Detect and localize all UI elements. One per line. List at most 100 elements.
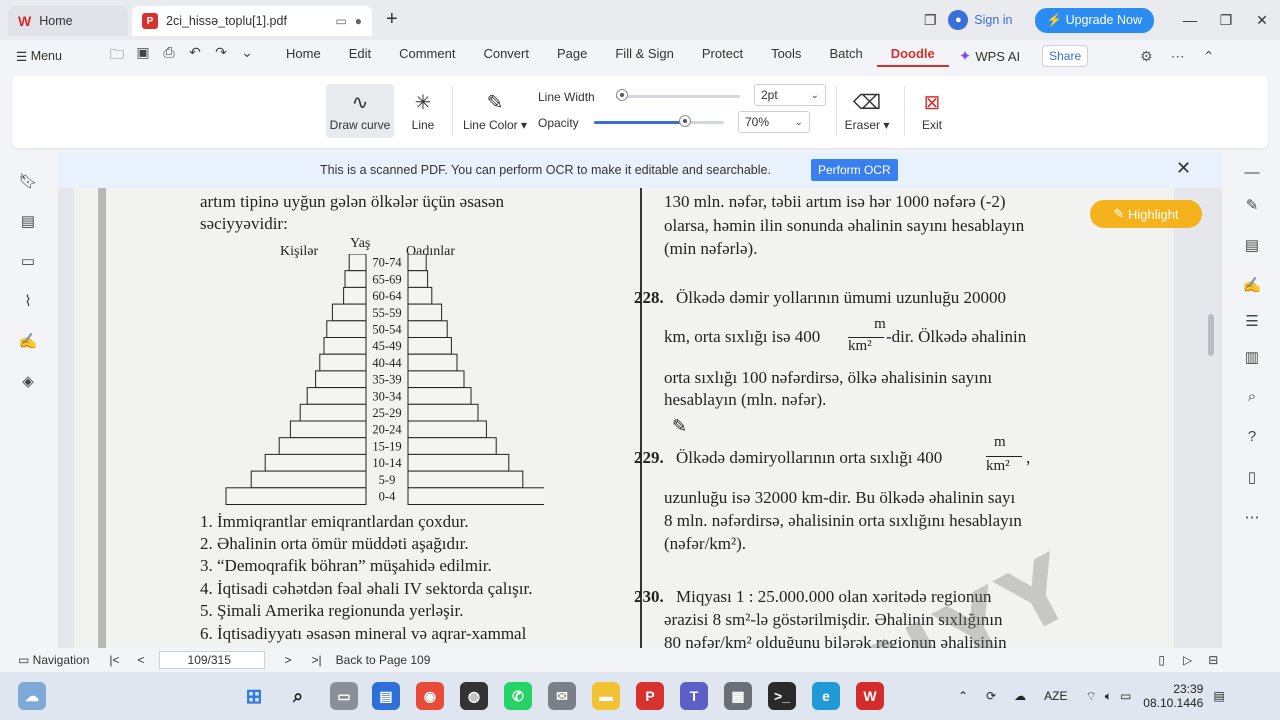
keyboard-language[interactable]: AZE xyxy=(1044,689,1067,703)
play-icon[interactable]: ▷ xyxy=(1183,653,1192,667)
upgrade-button[interactable]: ⚡ Upgrade Now xyxy=(1034,7,1154,33)
line-button[interactable]: ✳ Line xyxy=(402,84,444,138)
wps-app-icon[interactable]: W xyxy=(856,682,884,710)
document-icon[interactable]: ▤ xyxy=(1242,236,1262,256)
battery-icon[interactable]: ▭ xyxy=(1120,689,1131,703)
files-app-icon[interactable]: ▤ xyxy=(372,682,400,710)
start-icon[interactable]: ⊞ xyxy=(240,682,268,710)
undo-icon[interactable]: ↶ xyxy=(182,44,208,68)
menu-tab-batch[interactable]: Batch xyxy=(815,46,876,67)
menu-tab-convert[interactable]: Convert xyxy=(469,46,543,67)
whatsapp-icon[interactable]: ✆ xyxy=(504,682,532,710)
close-window-icon[interactable]: ✕ xyxy=(1244,12,1280,29)
weather-icon[interactable]: ☁ xyxy=(18,682,46,710)
menu-tab-edit[interactable]: Edit xyxy=(335,46,385,67)
open-folder-icon[interactable]: 🗀 xyxy=(104,44,130,68)
opacity-slider[interactable] xyxy=(594,121,724,124)
highlight-button[interactable]: ✎ Highlight xyxy=(1090,200,1202,228)
sign-in-button[interactable]: ● Sign in xyxy=(948,10,1013,30)
line-width-slider[interactable] xyxy=(616,95,740,98)
menu-button[interactable]: ☰ Menu xyxy=(16,49,76,64)
calculator-icon[interactable]: ▦ xyxy=(724,682,752,710)
more-icon[interactable]: ⋯ xyxy=(1171,48,1185,65)
reading-mode-icon[interactable]: ▯ xyxy=(1158,653,1165,667)
first-page-icon[interactable]: |< xyxy=(109,653,119,667)
notifications-icon[interactable]: ▤ xyxy=(1213,689,1224,703)
comment-icon[interactable]: ▭ xyxy=(18,252,38,272)
restore-window-icon[interactable]: ❐ xyxy=(912,12,948,29)
terminal-icon[interactable]: >_ xyxy=(768,682,796,710)
menu-tab-home[interactable]: Home xyxy=(272,46,335,67)
wps-ai-button[interactable]: ✦ WPS AI xyxy=(959,47,1020,65)
new-tab-button[interactable]: + xyxy=(386,8,398,31)
attachment-icon[interactable]: ⌇ xyxy=(18,292,38,312)
sign-icon[interactable]: ✍ xyxy=(1242,276,1262,296)
tab-home[interactable]: W Home xyxy=(8,6,128,36)
tray-overflow-icon[interactable]: ⌃ xyxy=(958,689,968,703)
volume-icon[interactable]: 🔈︎ xyxy=(1105,689,1112,704)
edge-icon[interactable]: e xyxy=(812,682,840,710)
opacity-slider-handle[interactable] xyxy=(679,115,691,127)
signature-icon[interactable]: ✍ xyxy=(18,332,38,352)
scrollbar-thumb[interactable] xyxy=(1208,314,1214,356)
wifi-icon[interactable]: ⌔ xyxy=(1085,689,1096,704)
page-number-input[interactable]: 109/315 xyxy=(158,651,265,669)
tab-document[interactable]: P 2ci_hissə_toplu[1].pdf ▭ ● xyxy=(132,6,372,36)
collapse-ribbon-icon[interactable]: ⌃ xyxy=(1203,48,1215,65)
maximize-icon[interactable]: ❐ xyxy=(1208,12,1244,29)
sync-icon[interactable]: ⟳ xyxy=(986,689,996,703)
file-explorer-icon[interactable]: ▬ xyxy=(592,682,620,710)
menu-tab-page[interactable]: Page xyxy=(543,46,601,67)
search-icon[interactable]: ⌕ xyxy=(284,682,312,710)
opacity-dropdown[interactable]: 70% ⌄ xyxy=(738,111,810,133)
layers-icon[interactable]: ◈ xyxy=(18,372,38,392)
fit-page-icon[interactable]: ⊟ xyxy=(1208,653,1218,667)
share-button[interactable]: Share xyxy=(1042,45,1089,67)
text-format-icon[interactable]: ☰ xyxy=(1242,312,1262,332)
menu-tab-comment[interactable]: Comment xyxy=(385,46,469,67)
clock[interactable]: 23:39 08.10.1446 xyxy=(1143,682,1203,710)
pdf-app-icon[interactable]: P xyxy=(636,682,664,710)
thumbnails-icon[interactable]: ▤ xyxy=(18,212,38,232)
minimize-panel-icon[interactable]: — xyxy=(1242,164,1262,184)
chrome-icon[interactable]: ◉ xyxy=(416,682,444,710)
task-view-icon[interactable]: ▭ xyxy=(330,682,358,710)
menu-tab-fill-sign[interactable]: Fill & Sign xyxy=(601,46,688,67)
cloud-icon[interactable]: ☁ xyxy=(1014,689,1026,703)
vertical-scrollbar[interactable] xyxy=(1208,160,1214,640)
search-icon[interactable]: ⌕ xyxy=(1242,388,1262,408)
draw-curve-button[interactable]: ∿ Draw curve xyxy=(326,84,394,138)
line-width-dropdown[interactable]: 2pt ⌄ xyxy=(754,84,826,106)
next-page-icon[interactable]: > xyxy=(285,653,292,667)
help-icon[interactable]: ? xyxy=(1242,428,1262,448)
redo-icon[interactable]: ↷ xyxy=(208,44,234,68)
line-width-slider-handle[interactable] xyxy=(616,89,629,101)
back-to-page-link[interactable]: Back to Page 109 xyxy=(336,653,431,667)
menu-tab-doodle[interactable]: Doodle xyxy=(876,46,949,67)
compare-icon[interactable]: ▥ xyxy=(1242,348,1262,368)
minimize-icon[interactable]: — xyxy=(1172,12,1208,28)
settings-icon[interactable]: ⚙ xyxy=(1140,48,1153,65)
eraser-button[interactable]: ⌫ Eraser ▾ xyxy=(844,84,890,138)
exit-button[interactable]: ⊠ Exit xyxy=(912,84,952,138)
more-icon[interactable]: ⋯ xyxy=(1242,508,1262,528)
bookmark-icon[interactable]: 🔖︎ xyxy=(18,172,38,192)
close-icon[interactable]: ✕ xyxy=(1176,158,1191,179)
menu-tab-tools[interactable]: Tools xyxy=(757,46,815,67)
obs-icon[interactable]: ◍ xyxy=(460,682,488,710)
print-icon[interactable]: ⎙ xyxy=(156,44,182,68)
last-page-icon[interactable]: >| xyxy=(312,653,322,667)
save-icon[interactable]: ▣ xyxy=(130,44,156,68)
book-icon[interactable]: ▯ xyxy=(1242,468,1262,488)
navigation-toggle[interactable]: ▭ Navigation xyxy=(18,653,89,667)
menu-tab-protect[interactable]: Protect xyxy=(688,46,757,67)
mail-icon[interactable]: ✉ xyxy=(548,682,576,710)
chevron-down-icon[interactable]: ⌄ xyxy=(234,44,260,68)
perform-ocr-button[interactable]: Perform OCR xyxy=(810,159,898,181)
monitor-icon[interactable]: ▭ xyxy=(335,14,346,28)
unsaved-dot-icon[interactable]: ● xyxy=(355,14,362,28)
teams-icon[interactable]: T xyxy=(680,682,708,710)
document-viewer[interactable]: artım tipinə uyğun gələn ölkələr üçün əs… xyxy=(58,152,1222,648)
line-color-button[interactable]: ✎ Line Color ▾ xyxy=(462,84,528,138)
edit-icon[interactable]: ✎ xyxy=(1242,196,1262,216)
